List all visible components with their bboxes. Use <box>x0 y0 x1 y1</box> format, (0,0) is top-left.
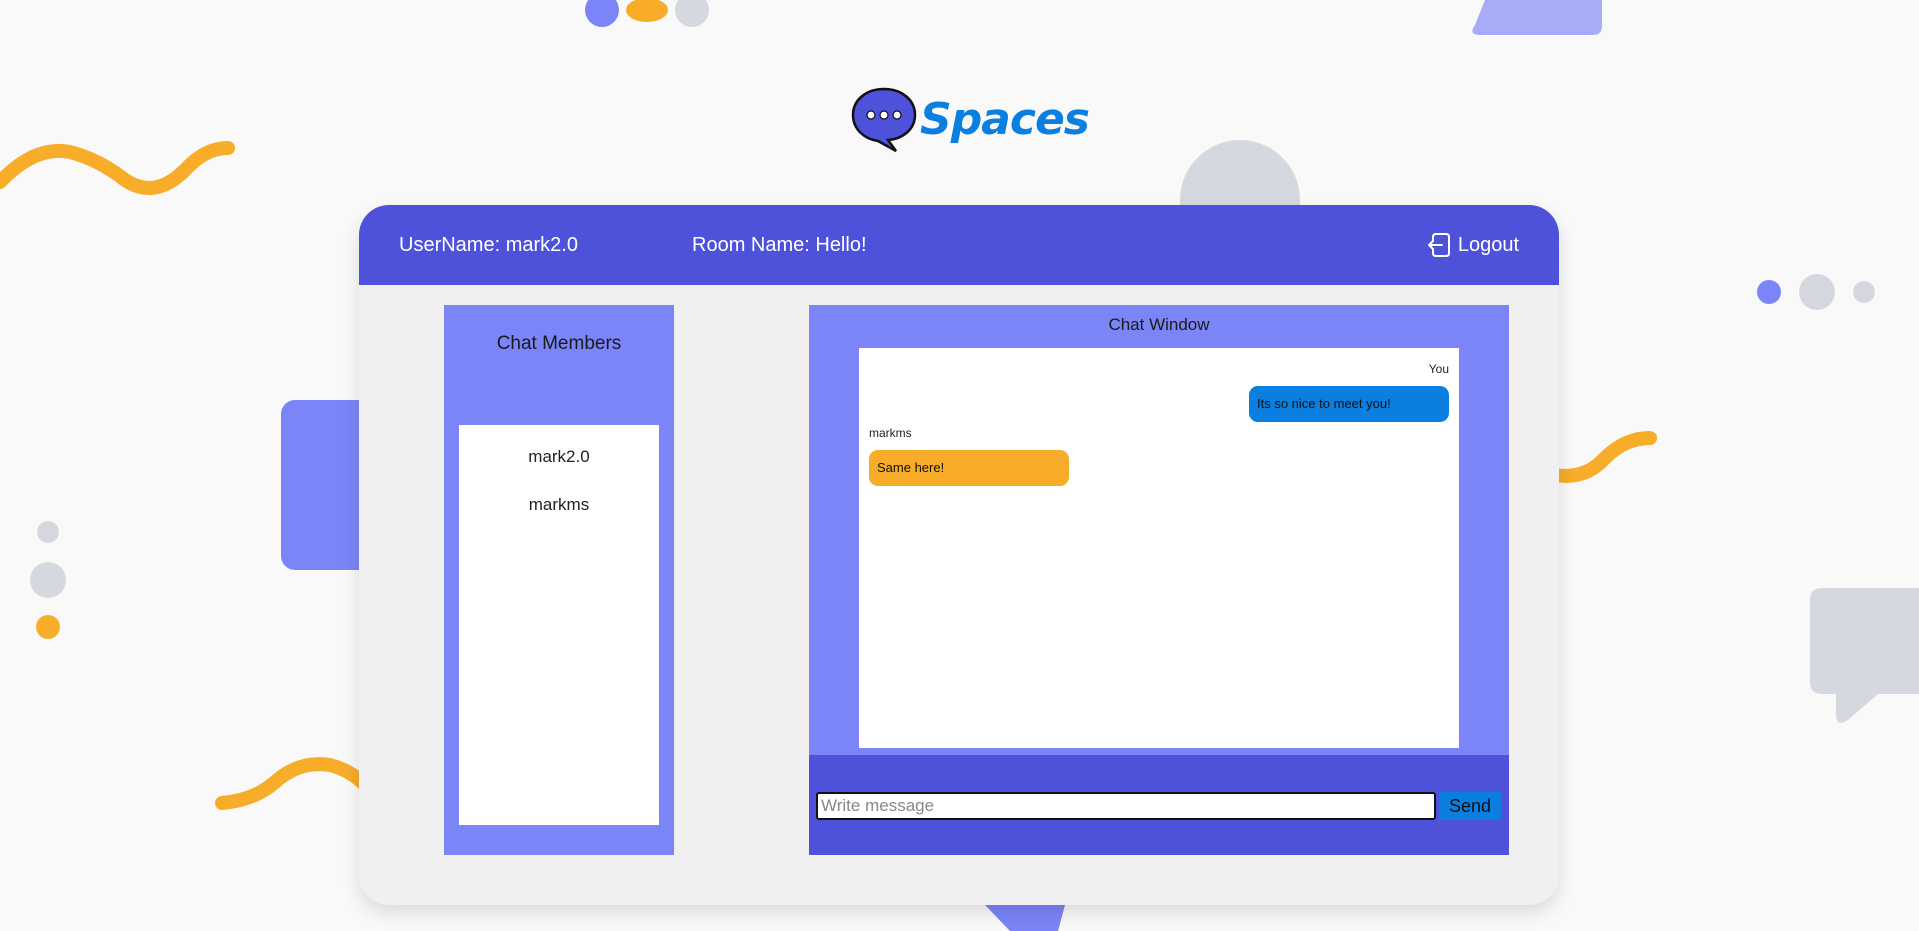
logout-label: Logout <box>1457 233 1519 256</box>
chat-window-title: Chat Window <box>1108 315 1210 334</box>
spaces-logo: Spaces <box>850 84 1090 154</box>
chat-members-title: Chat Members <box>496 333 622 354</box>
compose-bar: Send <box>809 755 1509 855</box>
chat-room-card: UserName: mark2.0 Room Name: Hello! Logo… <box>359 205 1559 905</box>
username-label: UserName: mark2.0 <box>399 234 578 256</box>
chat-bubble-logo-icon <box>851 87 917 153</box>
logout-button[interactable]: Logout <box>1426 231 1519 259</box>
chat-window-panel: Chat Window You Its so nice to meet you!… <box>809 305 1509 855</box>
chat-members-panel: Chat Members mark2.0 markms <box>444 305 674 855</box>
brand-name: Spaces <box>920 93 1090 145</box>
member-item: mark2.0 <box>528 447 590 466</box>
logout-icon <box>1427 233 1450 257</box>
room-header: UserName: mark2.0 Room Name: Hello! Logo… <box>359 205 1559 285</box>
send-button[interactable]: Send <box>1439 792 1501 820</box>
members-list: mark2.0 markms <box>459 425 659 825</box>
message-list[interactable]: You Its so nice to meet you! markms Same… <box>859 348 1459 748</box>
message-input[interactable] <box>816 792 1436 820</box>
message-sender: markms <box>869 426 912 440</box>
message-bubble-sent: Its so nice to meet you! <box>1249 386 1449 422</box>
message-sender: You <box>1428 362 1449 376</box>
message-bubble-received: Same here! <box>869 450 1069 486</box>
room-name-label: Room Name: Hello! <box>692 234 867 256</box>
member-item: markms <box>528 495 590 514</box>
